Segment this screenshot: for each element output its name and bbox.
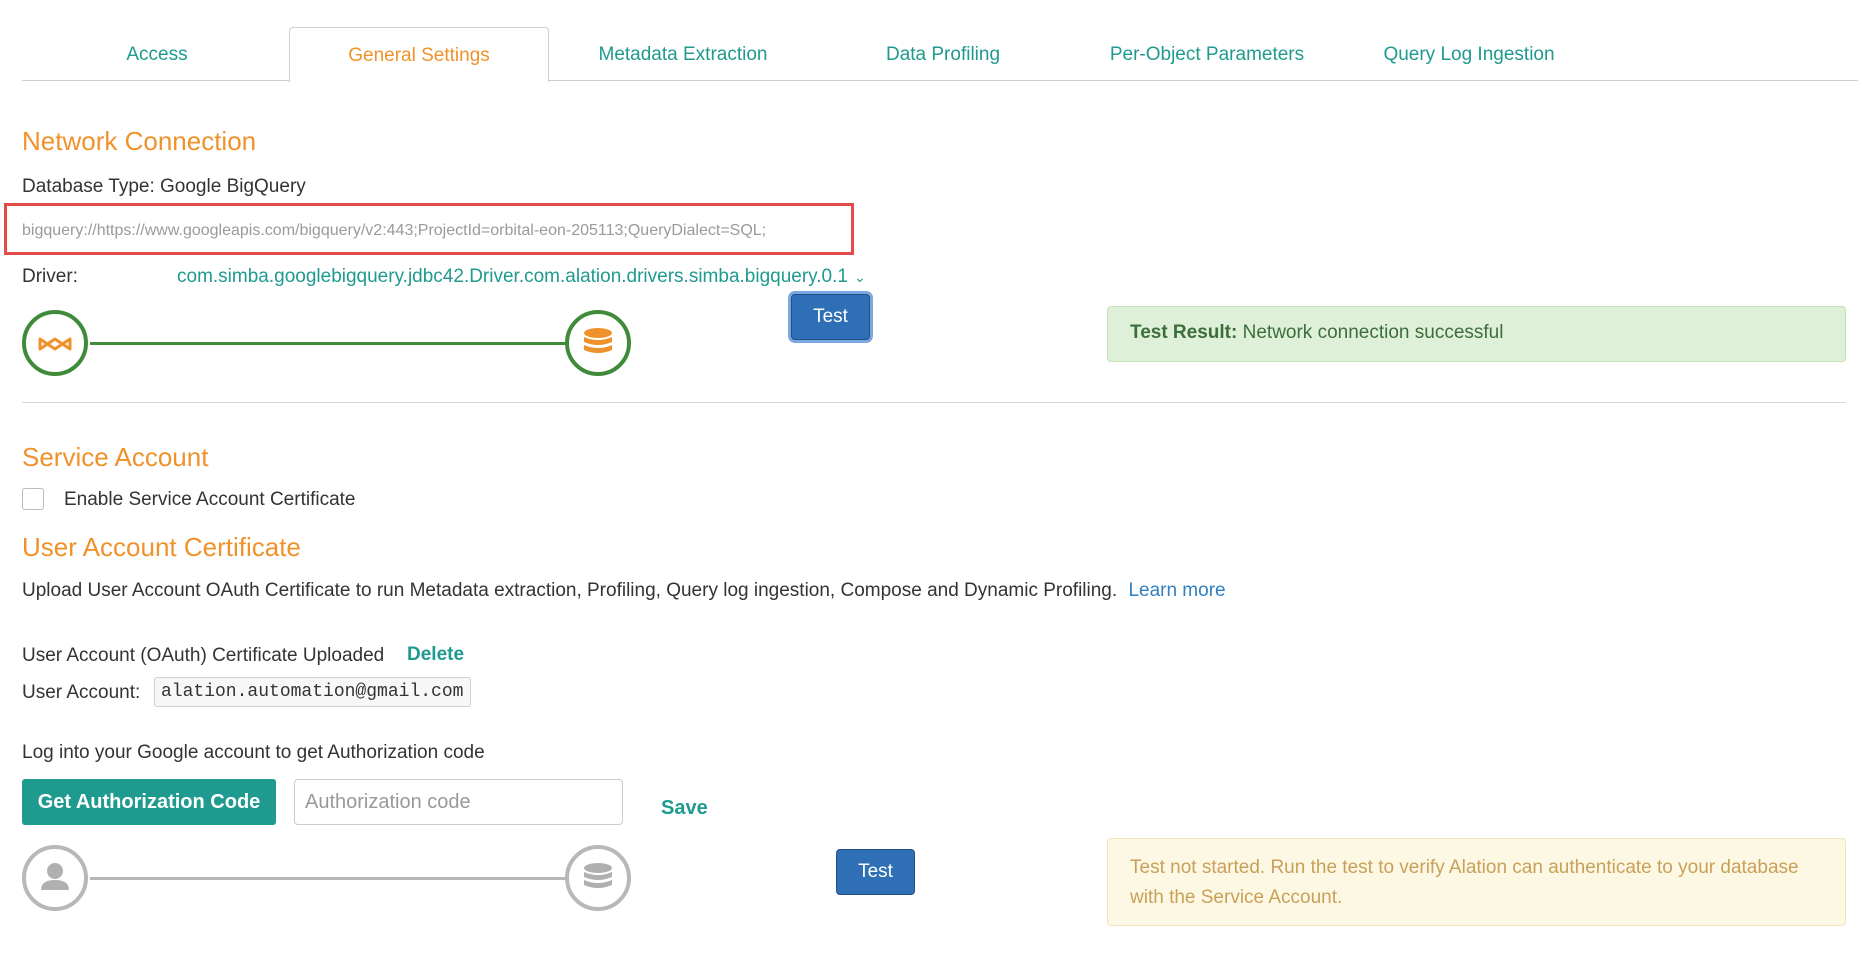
database-icon: [565, 310, 631, 376]
network-connection-title: Network Connection: [22, 126, 257, 156]
driver-select[interactable]: com.simba.googlebigquery.jdbc42.Driver.c…: [177, 266, 866, 288]
tab-data-profiling[interactable]: Data Profiling: [812, 27, 1074, 81]
service-account-title: Service Account: [22, 442, 209, 472]
connection-line: [90, 342, 568, 345]
database-type: Database Type: Google BigQuery: [22, 176, 306, 197]
tab-general-settings[interactable]: General Settings: [289, 27, 549, 83]
network-test-result: Test Result: Network connection successf…: [1107, 306, 1846, 362]
driver-value: com.simba.googlebigquery.jdbc42.Driver.c…: [177, 266, 848, 287]
service-account-checkbox-label: Enable Service Account Certificate: [64, 489, 356, 510]
connection-uri-field[interactable]: bigquery://https://www.googleapis.com/bi…: [22, 222, 766, 240]
database-icon: [565, 845, 631, 911]
login-hint: Log into your Google account to get Auth…: [22, 742, 485, 763]
network-test-button[interactable]: Test: [791, 294, 870, 340]
tab-per-object-parameters[interactable]: Per-Object Parameters: [1076, 27, 1338, 81]
user-account-certificate-title: User Account Certificate: [22, 532, 301, 562]
save-button[interactable]: Save: [661, 797, 708, 820]
tab-access[interactable]: Access: [22, 27, 292, 81]
service-account-checkbox[interactable]: [22, 488, 44, 510]
connector-icon: [22, 310, 88, 376]
tab-metadata-extraction[interactable]: Metadata Extraction: [552, 27, 814, 81]
certificate-uploaded-text: User Account (OAuth) Certificate Uploade…: [22, 645, 385, 666]
user-account-email: alation.automation@gmail.com: [154, 677, 471, 707]
section-divider: [22, 402, 1846, 403]
user-icon: [22, 845, 88, 911]
auth-test-button[interactable]: Test: [836, 849, 915, 895]
auth-test-result: Test not started. Run the test to verify…: [1107, 838, 1846, 926]
chevron-down-icon: ⌄: [853, 269, 866, 285]
tab-query-log-ingestion[interactable]: Query Log Ingestion: [1338, 27, 1600, 81]
driver-label: Driver:: [22, 266, 78, 287]
learn-more-link[interactable]: Learn more: [1128, 580, 1225, 601]
delete-certificate-link[interactable]: Delete: [407, 644, 464, 666]
user-cert-description: Upload User Account OAuth Certificate to…: [22, 580, 1226, 602]
test-result-text: Network connection successful: [1242, 322, 1504, 343]
user-account-label: User Account:: [22, 682, 141, 703]
test-result-label: Test Result:: [1130, 322, 1238, 343]
auth-connection-line: [90, 877, 568, 880]
authorization-code-input[interactable]: [294, 779, 623, 825]
description-text: Upload User Account OAuth Certificate to…: [22, 580, 1118, 601]
get-authorization-code-button[interactable]: Get Authorization Code: [22, 779, 276, 825]
